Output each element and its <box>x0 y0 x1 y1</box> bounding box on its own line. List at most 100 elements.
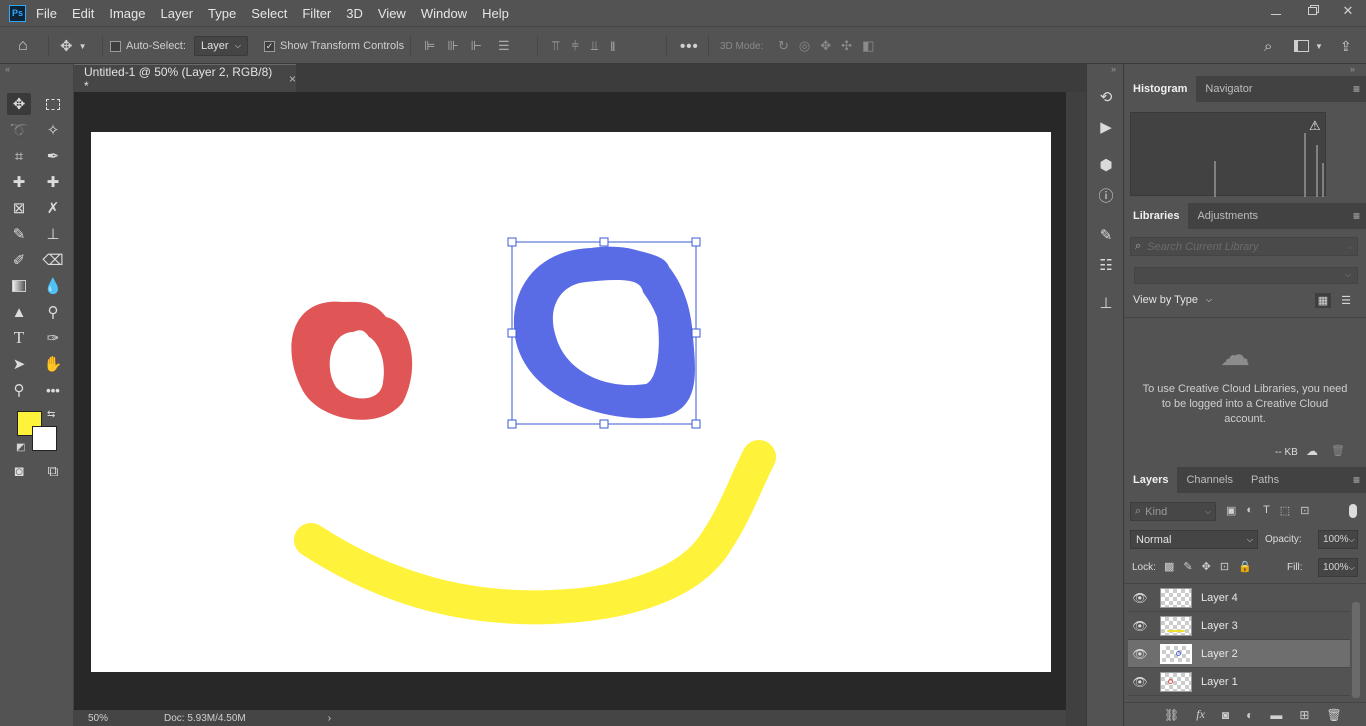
tab-histogram[interactable]: Histogram <box>1124 76 1197 102</box>
3d-camera-icon[interactable]: ◧ <box>862 38 874 54</box>
eyedropper-tool[interactable]: ✒ <box>41 145 65 167</box>
add-mask-icon[interactable]: ◙ <box>1222 708 1229 722</box>
frame-tool[interactable]: ⊠ <box>7 197 31 219</box>
workspace-button[interactable]: ▼ <box>1294 27 1323 65</box>
canvas[interactable] <box>91 132 1051 672</box>
dodge-burn-tool[interactable]: ⚲ <box>41 301 65 323</box>
quick-mask-button[interactable]: ◙ <box>7 460 31 482</box>
lasso-tool[interactable]: ➰ <box>7 119 31 141</box>
menu-image[interactable]: Image <box>109 6 145 21</box>
default-colors-icon[interactable]: ◩ <box>16 442 25 453</box>
layer-row[interactable]: 👁 Layer 1 <box>1128 668 1350 696</box>
tab-libraries[interactable]: Libraries <box>1124 203 1189 229</box>
brush-tool[interactable]: ✎ <box>7 223 31 245</box>
layer-row-selected[interactable]: 👁 Layer 2 <box>1128 640 1350 668</box>
show-transform-controls-checkbox[interactable]: ✓ Show Transform Controls <box>264 27 404 65</box>
search-button[interactable]: ⌕ <box>1264 27 1272 65</box>
path-selection-tool[interactable]: ➤ <box>7 353 31 375</box>
distribute-vertical-icon[interactable]: ‖ <box>610 39 615 54</box>
grid-view-button[interactable]: ▦ <box>1315 293 1331 308</box>
menu-select[interactable]: Select <box>251 6 287 21</box>
history-panel-button[interactable]: ⟲ <box>1095 86 1117 108</box>
library-dropdown[interactable]: ⌵ <box>1134 267 1358 284</box>
trash-icon[interactable]: 🗑 <box>1331 444 1345 457</box>
filter-toggle[interactable] <box>1349 504 1357 518</box>
status-menu-arrow-icon[interactable]: › <box>328 713 331 724</box>
visibility-eye-icon[interactable]: 👁 <box>1128 675 1152 689</box>
transform-handle-top-right[interactable] <box>691 237 701 247</box>
menu-type[interactable]: Type <box>208 6 236 21</box>
move-tool[interactable]: ✥ <box>7 93 31 115</box>
layer-filter-kind[interactable]: ⌕ Kind ⌵ <box>1130 502 1216 521</box>
fill-input[interactable]: 100% ⌵ <box>1318 558 1358 577</box>
pixel-filter-icon[interactable]: ▣ <box>1226 504 1236 517</box>
library-search-input[interactable]: ⌕ Search Current Library ⌵ <box>1130 237 1358 256</box>
transform-handle-right[interactable] <box>691 328 701 338</box>
auto-select-dropdown[interactable]: Layer ⌵ <box>194 27 248 65</box>
transform-handle-bottom-right[interactable] <box>691 419 701 429</box>
crop-tool[interactable]: ⌗ <box>7 145 31 167</box>
align-left-icon[interactable]: ⊫ <box>424 38 435 54</box>
lock-position-icon[interactable]: ✥ <box>1202 560 1211 573</box>
warning-icon[interactable]: ⚠ <box>1309 118 1321 134</box>
visibility-eye-icon[interactable]: 👁 <box>1128 619 1152 633</box>
hand-tool[interactable]: ✋ <box>41 353 65 375</box>
view-by-type-dropdown[interactable]: View by Type ⌵ <box>1133 294 1212 306</box>
adjustment-filter-icon[interactable]: ◐ <box>1246 504 1253 517</box>
gradient-tool[interactable] <box>7 275 31 297</box>
panel-menu-icon[interactable]: ≡ <box>1353 209 1360 223</box>
distribute-icon[interactable]: ☰ <box>498 38 510 54</box>
close-window-button[interactable]: ✕ <box>1330 0 1366 22</box>
tab-channels[interactable]: Channels <box>1177 467 1241 493</box>
menu-view[interactable]: View <box>378 6 406 21</box>
visibility-eye-icon[interactable]: 👁 <box>1128 591 1152 605</box>
transform-handle-bottom[interactable] <box>599 419 609 429</box>
list-view-button[interactable]: ☰ <box>1338 293 1354 308</box>
tab-layers[interactable]: Layers <box>1124 467 1178 493</box>
transform-handle-left[interactable] <box>507 328 517 338</box>
adjustment-layer-icon[interactable]: ◐ <box>1246 708 1253 722</box>
properties-panel-button[interactable]: ⓘ <box>1095 184 1117 206</box>
menu-filter[interactable]: Filter <box>302 6 331 21</box>
minimize-button[interactable] <box>1258 0 1294 22</box>
collapse-panels-icon[interactable]: » <box>1350 64 1355 74</box>
menu-window[interactable]: Window <box>421 6 467 21</box>
tab-paths[interactable]: Paths <box>1242 467 1288 493</box>
align-bottom-icon[interactable]: ⫫ <box>591 38 598 54</box>
restore-button[interactable] <box>1294 0 1330 22</box>
menu-3d[interactable]: 3D <box>346 6 363 21</box>
brushes-panel-button[interactable]: ☷ <box>1095 254 1117 276</box>
eraser-tool[interactable]: ⌫ <box>41 249 65 271</box>
share-button[interactable]: ⇪ <box>1340 27 1352 65</box>
shape-filter-icon[interactable]: ⬚ <box>1280 504 1290 517</box>
history-brush-tool[interactable]: ✐ <box>7 249 31 271</box>
patch-tool[interactable]: ✚ <box>41 171 65 193</box>
transform-handle-bottom-left[interactable] <box>507 419 517 429</box>
screen-mode-button[interactable]: ⧉ <box>41 460 65 482</box>
menu-file[interactable]: File <box>36 6 57 21</box>
close-tab-icon[interactable]: × <box>289 72 296 86</box>
more-tools-button[interactable]: ••• <box>41 379 65 401</box>
pen-tool[interactable]: ✑ <box>41 327 65 349</box>
fx-button[interactable]: fx <box>1196 707 1205 722</box>
quick-select-tool[interactable]: ✧ <box>41 119 65 141</box>
3d-drag-icon[interactable]: ✥ <box>820 38 831 54</box>
panel-menu-icon[interactable]: ≡ <box>1353 473 1360 487</box>
content-aware-move-tool[interactable]: ✗ <box>41 197 65 219</box>
lock-all-icon[interactable]: 🔒 <box>1238 560 1252 573</box>
transform-handle-top[interactable] <box>599 237 609 247</box>
tab-navigator[interactable]: Navigator <box>1196 76 1261 102</box>
collapse-strip-icon[interactable]: » <box>1111 64 1116 74</box>
blend-mode-dropdown[interactable]: Normal ⌵ <box>1130 530 1258 549</box>
healing-brush-tool[interactable]: ✚ <box>7 171 31 193</box>
layers-scrollbar[interactable] <box>1352 602 1360 698</box>
align-middle-icon[interactable]: ⫩ <box>571 38 578 54</box>
menu-help[interactable]: Help <box>482 6 509 21</box>
collapse-toolbox-icon[interactable]: « <box>5 64 10 74</box>
zoom-tool[interactable]: ⚲ <box>7 379 31 401</box>
3d-rotate-icon[interactable]: ↻ <box>778 38 789 54</box>
lock-transparent-icon[interactable]: ▩ <box>1164 560 1174 573</box>
link-layers-icon[interactable]: ⛓ <box>1164 708 1179 722</box>
new-group-icon[interactable]: ▬ <box>1270 708 1282 722</box>
clone-source-button[interactable]: ⊥ <box>1095 292 1117 314</box>
